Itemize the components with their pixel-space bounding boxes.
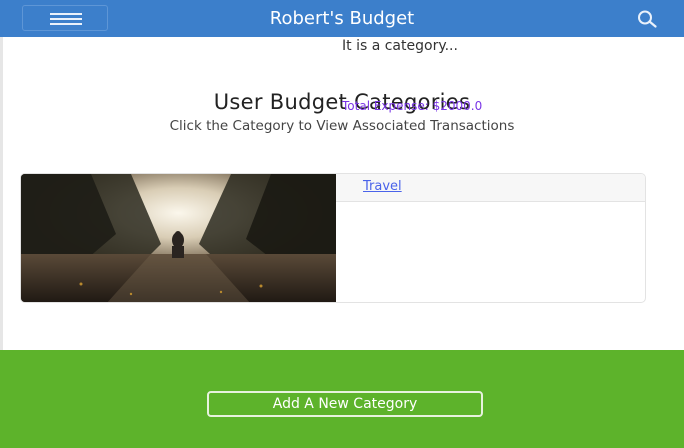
top-navbar: Robert's Budget — [0, 0, 684, 37]
category-card[interactable]: Travel — [20, 173, 646, 303]
category-description: It is a category... — [342, 38, 458, 54]
add-category-button[interactable]: Add A New Category — [207, 391, 483, 417]
card-header: Travel — [336, 174, 645, 202]
footer: Add A New Category — [0, 350, 684, 448]
category-link[interactable]: Travel — [363, 179, 402, 194]
page-edge — [0, 37, 3, 350]
category-image — [21, 174, 336, 302]
app-title: Robert's Budget — [269, 8, 415, 29]
search-icon[interactable] — [636, 9, 658, 29]
page-subtitle: Click the Category to View Associated Tr… — [169, 118, 515, 134]
category-total-expense: Total Expense: $2000.0 — [342, 99, 483, 113]
